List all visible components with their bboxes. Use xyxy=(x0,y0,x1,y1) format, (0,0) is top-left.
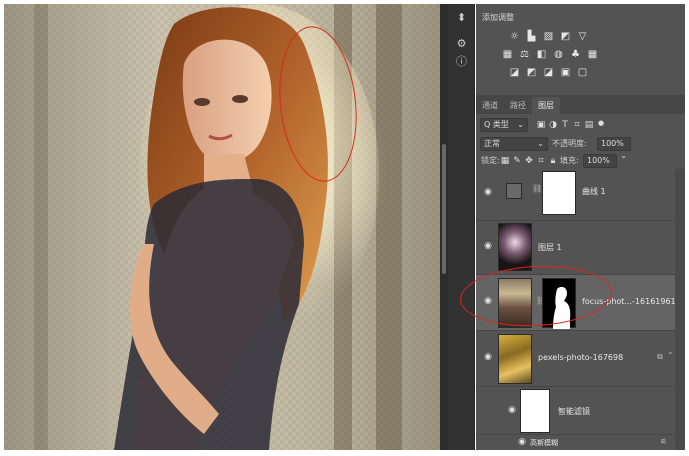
portrait-image xyxy=(114,4,379,450)
tab-paths[interactable]: 路径 xyxy=(504,97,532,114)
blend-mode-select[interactable]: 正常 ⌄ xyxy=(480,137,548,151)
lock-transparent-icon[interactable]: ▦ xyxy=(500,155,510,167)
opacity-value: 100% xyxy=(601,139,624,148)
info-icon[interactable]: ⓘ xyxy=(452,54,471,70)
layer-name[interactable]: 曲线 1 xyxy=(582,186,606,197)
visibility-eye-icon[interactable]: ◉ xyxy=(516,437,528,447)
photoshop-window: ⬍ ⚙ ⓘ 添加调整 ☼ ▙ ▧ ◩ ▽ ▦ ⚖ ◧ ◍ ♣ ▦ ◪ ◩ ◪ ▣… xyxy=(0,0,689,456)
adjustments-row-2: ▦ ⚖ ◧ ◍ ♣ ▦ xyxy=(502,49,598,60)
smart-filters-row[interactable]: ◉ 智能滤镜 xyxy=(476,387,675,435)
layer-row[interactable]: ◉ 图层 1 xyxy=(476,221,675,275)
layer-filter-select[interactable]: Q 类型 ⌄ xyxy=(480,118,528,132)
black-white-icon[interactable]: ◧ xyxy=(536,49,547,60)
fill-label: 填充: xyxy=(560,156,579,165)
visibility-eye-icon[interactable]: ◉ xyxy=(482,241,494,251)
panel-toolstrip: ⬍ ⚙ ⓘ xyxy=(448,4,475,450)
lock-paint-icon[interactable]: ✎ xyxy=(512,155,522,167)
smart-filters-label[interactable]: 智能滤镜 xyxy=(558,406,590,417)
filter-kind-label: Q 类型 xyxy=(484,120,509,129)
lock-artboard-icon[interactable]: ⌗ xyxy=(536,155,546,167)
vibrance-icon[interactable]: ▦ xyxy=(502,49,513,60)
layers-tabs: 通道 路径 图层 xyxy=(476,95,685,114)
curves-icon[interactable]: ▧ xyxy=(543,31,554,42)
right-panel: 添加调整 ☼ ▙ ▧ ◩ ▽ ▦ ⚖ ◧ ◍ ♣ ▦ ◪ ◩ ◪ ▣ ▢ 通道 … xyxy=(458,4,685,450)
tab-layers[interactable]: 图层 xyxy=(532,97,560,114)
adjustment-filter-icon[interactable]: ◑ xyxy=(548,119,558,131)
curves-adjustment-icon xyxy=(506,183,522,199)
photo-filter-icon[interactable]: ◍ xyxy=(553,49,564,60)
filter-row[interactable]: ◉ 高斯模糊 ⚟ xyxy=(476,435,675,450)
lock-all-icon[interactable]: 🔒︎ xyxy=(548,155,558,167)
document-canvas[interactable] xyxy=(4,4,440,450)
chevron-down-icon: ⌄ xyxy=(517,120,524,129)
adjustments-row-3: ◪ ◩ ◪ ▣ ▢ xyxy=(509,67,588,78)
lock-position-icon[interactable]: ✥ xyxy=(524,155,534,167)
chevron-down-icon: ⌄ xyxy=(537,139,544,148)
layer-row[interactable]: ◉ ⛓ 曲线 1 xyxy=(476,169,675,221)
layer-thumbnail[interactable] xyxy=(498,223,532,271)
brightness-icon[interactable]: ☼ xyxy=(509,31,520,42)
pixel-filter-icon[interactable]: ▣ xyxy=(536,119,546,131)
filter-name[interactable]: 高斯模糊 xyxy=(530,438,558,448)
tab-channels[interactable]: 通道 xyxy=(476,97,504,114)
layer-thumbnail[interactable] xyxy=(498,334,532,384)
invert-icon[interactable]: ◪ xyxy=(509,67,520,78)
levels-icon[interactable]: ▙ xyxy=(526,31,537,42)
adjustments-panel-icon[interactable]: ⬍ xyxy=(452,10,471,26)
adjustments-title: 添加调整 xyxy=(482,13,514,22)
threshold-icon[interactable]: ◪ xyxy=(543,67,554,78)
smart-object-filter-icon[interactable]: ▤ xyxy=(584,119,594,131)
color-lookup-icon[interactable]: ▦ xyxy=(587,49,598,60)
color-balance-icon[interactable]: ⚖ xyxy=(519,49,530,60)
fill-input[interactable]: 100% ⌄ xyxy=(583,154,617,177)
gradient-map-icon[interactable]: ▣ xyxy=(560,67,571,78)
blend-mode-value: 正常 xyxy=(484,139,500,148)
fill-value: 100% xyxy=(587,156,610,165)
link-chain-icon[interactable]: ⛓ xyxy=(532,184,542,193)
posterize-icon[interactable]: ◩ xyxy=(526,67,537,78)
visibility-eye-icon[interactable]: ◉ xyxy=(506,405,518,415)
opacity-input[interactable]: 100% ⌄ xyxy=(597,137,631,160)
exposure-icon[interactable]: ◩ xyxy=(560,31,571,42)
layers-scrollbar[interactable] xyxy=(675,169,685,450)
visibility-eye-icon[interactable]: ◉ xyxy=(482,187,494,197)
selective-color-icon[interactable]: ▢ xyxy=(577,67,588,78)
visibility-eye-icon[interactable]: ◉ xyxy=(482,352,494,362)
gradient-triangle-icon[interactable]: ▽ xyxy=(577,31,588,42)
canvas-scrollbar[interactable] xyxy=(440,4,448,450)
layer-name[interactable]: pexels-photo-167698 xyxy=(538,353,623,362)
opacity-label: 不透明度: xyxy=(552,139,587,148)
filter-toggle-icon[interactable]: ● xyxy=(596,117,606,129)
layer-mask-thumbnail[interactable] xyxy=(542,171,576,215)
smart-object-icon: ⧉ xyxy=(657,352,663,361)
collapse-arrow-icon[interactable]: ⌃ xyxy=(667,351,674,360)
chevron-down-icon: ⌄ xyxy=(620,151,627,160)
smart-filter-mask-thumbnail[interactable] xyxy=(520,389,550,433)
type-filter-icon[interactable]: T xyxy=(560,119,570,131)
lock-label: 锁定: xyxy=(481,156,500,165)
channel-mixer-icon[interactable]: ♣ xyxy=(570,49,581,60)
scroll-thumb[interactable] xyxy=(442,144,446,274)
properties-panel-icon[interactable]: ⚙ xyxy=(452,36,471,52)
adjustments-row-1: ☼ ▙ ▧ ◩ ▽ xyxy=(509,31,588,42)
filter-options-icon[interactable]: ⚟ xyxy=(660,437,667,446)
shape-filter-icon[interactable]: ⌗ xyxy=(572,119,582,131)
layer-row[interactable]: ◉ pexels-photo-167698 ⧉ ⌃ xyxy=(476,331,675,387)
layer-name[interactable]: 图层 1 xyxy=(538,242,562,253)
